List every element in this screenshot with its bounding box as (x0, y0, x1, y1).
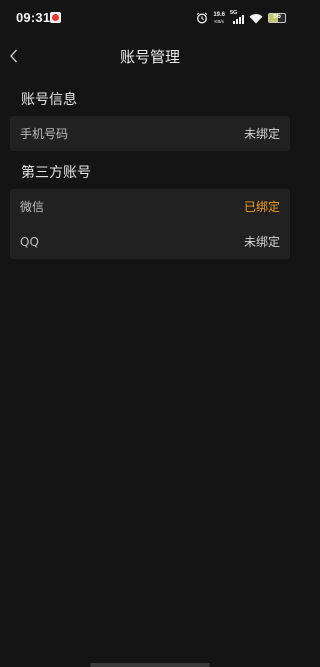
qq-status: 未绑定 (243, 235, 280, 249)
section-title-third-party: 第三方账号 (21, 165, 91, 181)
wechat-status: 已绑定 (243, 200, 280, 214)
home-indicator[interactable] (90, 663, 210, 667)
alarm-icon (197, 12, 208, 24)
phone-number-row[interactable]: 手机号码 未绑定 (10, 116, 290, 151)
battery-icon: 56 (268, 13, 286, 23)
phone-number-label: 手机号码 (20, 127, 69, 141)
network-speed: 19.6 KB/s (213, 11, 225, 24)
qq-row[interactable]: QQ 未绑定 (10, 224, 290, 259)
battery-level: 56 (273, 13, 281, 20)
wifi-icon (249, 13, 263, 23)
nav-bar: 账号管理 (0, 38, 300, 74)
network-speed-value: 19.6 (213, 11, 225, 18)
status-icons: 19.6 KB/s 5G 56 (196, 10, 286, 25)
account-info-group: 手机号码 未绑定 (10, 116, 290, 151)
page-title: 账号管理 (119, 48, 180, 66)
network-speed-unit: KB/s (214, 18, 224, 24)
cellular-signal: 5G (230, 10, 244, 24)
phone-number-status: 未绑定 (243, 127, 280, 141)
status-bar: 09:31 19.6 KB/s 5G 56 (0, 0, 300, 36)
wechat-row[interactable]: 微信 已绑定 (10, 189, 290, 224)
status-time: 09:31 (16, 10, 51, 25)
wechat-label: 微信 (20, 200, 45, 214)
app-notification-icon (50, 12, 61, 23)
qq-label: QQ (20, 234, 39, 249)
signal-bars-icon (233, 15, 244, 24)
third-party-group: 微信 已绑定 QQ 未绑定 (10, 189, 290, 259)
section-title-account-info: 账号信息 (21, 92, 77, 108)
